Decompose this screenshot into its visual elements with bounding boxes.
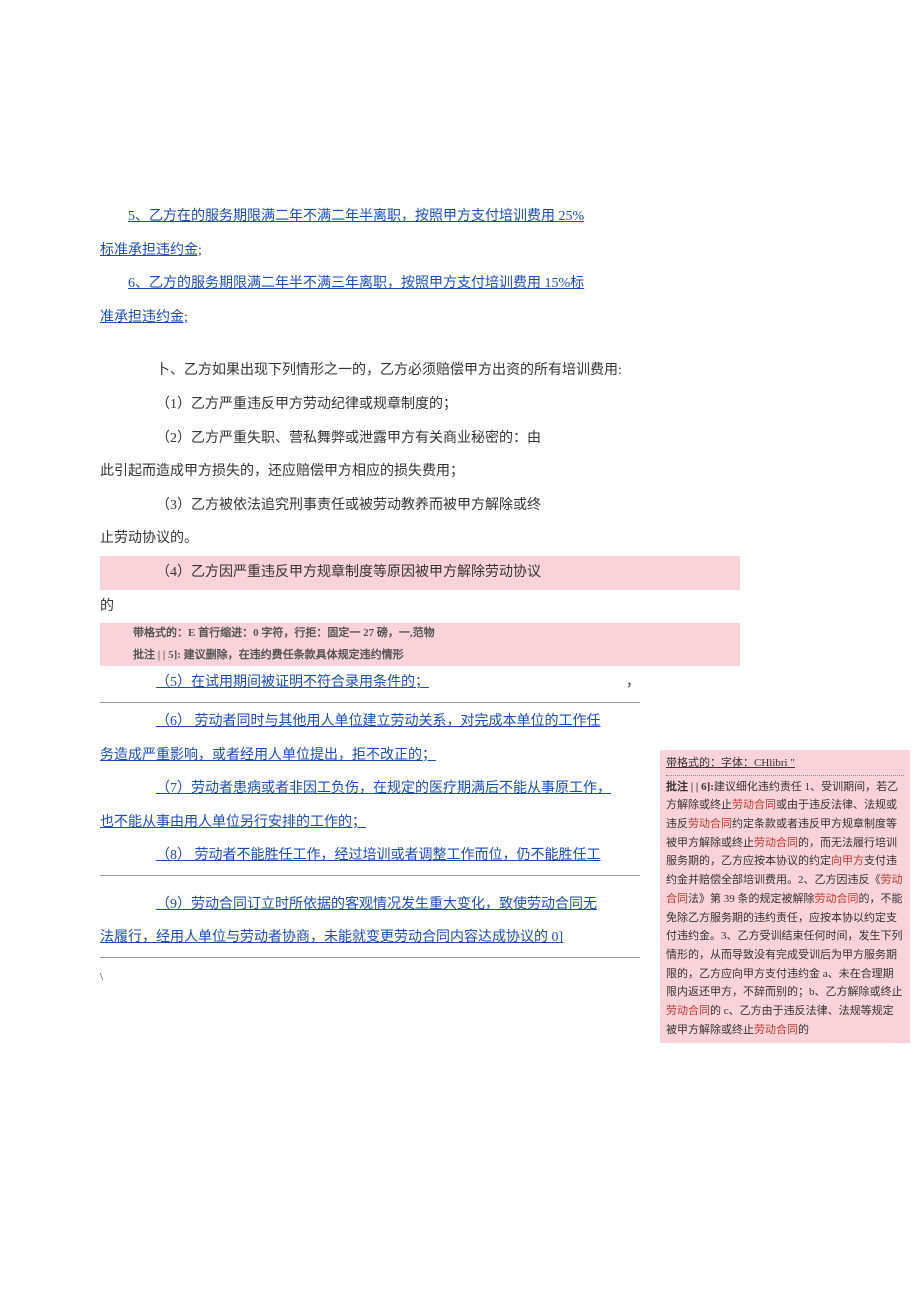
item-2: （2）乙方严重失职、营私舞弊或泄露甲方有关商业秘密的：由 [100,422,740,456]
clause-6-line2: 准承担违约金; [100,301,740,335]
divider [100,702,640,703]
item-9-line2: 法履行，经用人单位与劳动者协商，未能就变更劳动合同内容达成协议的 0] [100,921,640,955]
item-7-line2: 也不能从事由用人单位另行安排的工作的； [100,806,640,840]
item-4-tail: 的 [100,590,740,624]
clause-6-line1: 6、乙方的服务期限满二年半不满三年离职，按照甲方支付培训费用 15%标 [100,267,740,301]
comment-5: 批注 | | 5]: 建议删除，在违约费任条款具体规定违约情形 [100,645,740,667]
section-b-head: 卜、乙方如果出现下列情形之一的，乙方必须赔偿甲方出资的所有培训费用: [100,354,740,388]
main-column: 5、乙方在的服务期限满二年不满二年半离职，按照甲方支付培训费用 25% 标准承担… [100,200,740,990]
comment-6-format: 带格式的：字体：CHlibri " [666,754,904,776]
divider [100,957,640,958]
item-8: （8） 劳动者不能胜任工作，经过培训或者调整工作而位，仍不能胜任工 [100,839,640,873]
format-note-1: 带格式的：E 首行缩进：0 字符，行拒：固定一 27 磅，一,范物 [100,623,740,645]
item-5: （5）在试用期间被证明不符合录用条件的； ， [100,666,640,700]
item-6-line1: （6） 劳动者同时与其他用人单位建立劳动关系，对完成本单位的工作任 [100,705,640,739]
clause-5-line1: 5、乙方在的服务期限满二年不满二年半离职，按照甲方支付培训费用 25% [100,200,740,234]
item-2-tail: 此引起而造成甲方损失的，还应赔偿甲方相应的损失费用； [100,455,740,489]
item-6-line2: 务造成严重影响，或者经用人单位提出，拒不改正的； [100,739,640,773]
document-page: 5、乙方在的服务期限满二年不满二年半离职，按照甲方支付培训费用 25% 标准承担… [0,0,920,1030]
item-1: （1）乙方严重违反甲方劳动纪律或规章制度的； [100,388,740,422]
item-7-line1: （7）劳动者患病或者非因工负伤，在规定的医疗期满后不能从事原工作， [100,772,640,806]
tracked-changes-block: （5）在试用期间被证明不符合录用条件的； ， （6） 劳动者同时与其他用人单位建… [100,666,640,958]
format-comment-block: 带格式的：E 首行缩进：0 字符，行拒：固定一 27 磅，一,范物 批注 | |… [100,623,740,666]
comment-6-panel: 带格式的：字体：CHlibri " 批注 | | 6]:建议细化违约责任 1、受… [660,750,910,1043]
footer-mark: \ [100,964,740,990]
clause-5-line2: 标准承担违约金; [100,234,740,268]
divider [100,875,640,876]
item-3-tail: 止劳动协议的。 [100,522,740,556]
comment-6-body: 批注 | | 6]:建议细化违约责任 1、受训期间，若乙方解除或终止劳动合同或由… [666,778,904,1040]
item-4-block: （4）乙方因严重违反甲方规章制度等原因被甲方解除劳动协议 [100,556,740,590]
item-3: （3）乙方被依法追究刑事责任或被劳动教养而被甲方解除或终 [100,489,740,523]
item-4: （4）乙方因严重违反甲方规章制度等原因被甲方解除劳动协议 [100,556,740,590]
item-9-line1: （9）劳动合同订立时所依据的客观情况发生重大变化，致使劳动合同无 [100,888,640,922]
